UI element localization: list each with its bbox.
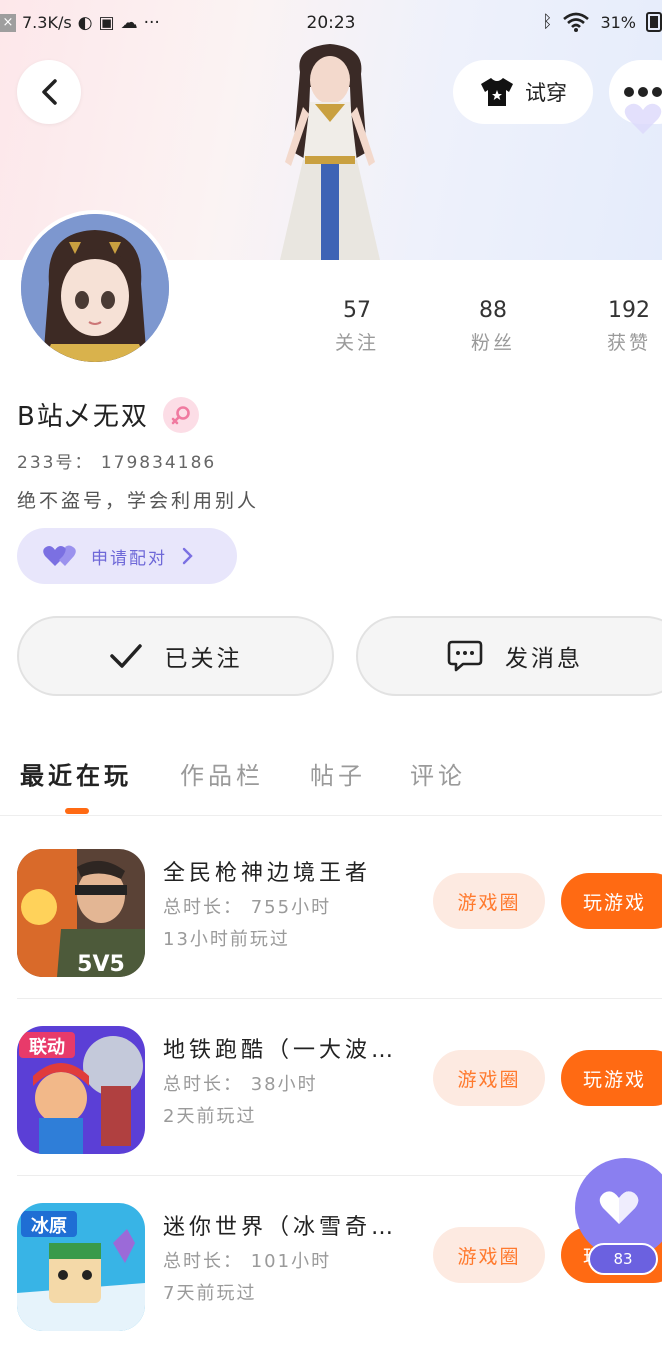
send-message-button[interactable]: 发消息 (356, 616, 662, 696)
game-total-time: 总时长： 38小时 (163, 1074, 318, 1095)
game-icon-image: 5V5 (17, 849, 145, 977)
female-gender-badge (162, 396, 199, 433)
game-icon-image: 冰原 (17, 1203, 145, 1331)
game-total-time: 总时长： 101小时 (163, 1251, 332, 1272)
female-icon (171, 405, 190, 424)
tab-works[interactable]: 作品栏 (180, 756, 264, 791)
game-last-played: 2天前玩过 (163, 1106, 257, 1127)
checkmark-icon (109, 644, 142, 668)
tab-recent-playing[interactable]: 最近在玩 (20, 756, 132, 791)
game-icon[interactable]: 联动 (17, 1026, 145, 1154)
stat-value: 57 (343, 298, 371, 323)
username-row: B站乄无双 (17, 396, 199, 433)
floating-heart-icon (624, 103, 662, 134)
battery-level: 31% (600, 12, 636, 32)
profile-tabs: 最近在玩 作品栏 帖子 评论 (0, 750, 662, 816)
game-icon-text: 5V5 (77, 952, 125, 977)
wifi-icon (563, 12, 590, 32)
avatar[interactable] (17, 210, 173, 366)
apply-pair-label: 申请配对 (91, 548, 167, 569)
game-icon-text: 联动 (29, 1037, 65, 1058)
stat-value: 192 (608, 298, 650, 323)
game-list-item[interactable]: 冰原 迷你世界（冰雪奇… 总时长： 101小时 7天前玩过 游戏圈 玩游戏 (0, 1177, 662, 1353)
game-icon[interactable]: 冰原 (17, 1203, 145, 1331)
play-game-button[interactable]: 玩游戏 (561, 873, 662, 929)
stat-label: 关注 (334, 332, 379, 354)
game-icon-text: 冰原 (31, 1215, 67, 1237)
battery-icon (646, 12, 662, 32)
heart-icon (599, 1191, 639, 1224)
try-on-label: 试穿 (525, 81, 567, 105)
stat-label: 获赞 (606, 332, 651, 354)
back-button[interactable] (17, 60, 81, 124)
game-title: 地铁跑酷（一大波… (163, 1038, 398, 1063)
user-id: 233号： 179834186 (17, 453, 217, 473)
game-list-item[interactable]: 联动 地铁跑酷（一大波… 总时长： 38小时 2天前玩过 游戏圈 玩游戏 (0, 1000, 662, 1176)
like-count-badge: 83 (588, 1243, 658, 1275)
game-title: 全民枪神边境王者 (163, 861, 372, 886)
username: B站乄无双 (17, 402, 149, 432)
stat-fans[interactable]: 88 粉丝 (443, 296, 543, 360)
chat-bubble-icon (447, 640, 483, 672)
status-right: ᛒ 31% (542, 12, 662, 32)
game-last-played: 13小时前玩过 (163, 929, 290, 950)
status-bar: × 7.3K/s ◐ ▣ ☁ ··· 20:23 ᛒ 31% (0, 0, 662, 50)
active-tab-indicator (65, 808, 89, 814)
game-last-played: 7天前玩过 (163, 1283, 257, 1304)
game-circle-button[interactable]: 游戏圈 (433, 1227, 545, 1283)
send-message-label: 发消息 (505, 646, 583, 672)
more-dots-icon (624, 87, 662, 97)
user-bio: 绝不盗号，学会利用别人 (17, 490, 260, 512)
game-icon-image: 联动 (17, 1026, 145, 1154)
chevron-left-icon (42, 79, 57, 105)
try-on-button[interactable]: 试穿 (453, 60, 593, 124)
stat-value: 88 (479, 298, 507, 323)
tshirt-icon (481, 78, 513, 106)
game-circle-button[interactable]: 游戏圈 (433, 1050, 545, 1106)
followed-label: 已关注 (164, 646, 243, 672)
play-game-button[interactable]: 玩游戏 (561, 1050, 662, 1106)
tab-posts[interactable]: 帖子 (310, 756, 366, 791)
character-model-image (280, 44, 380, 260)
game-list-item[interactable]: 5V5 全民枪神边境王者 总时长： 755小时 13小时前玩过 游戏圈 玩游戏 (0, 823, 662, 999)
avatar-image (21, 214, 169, 362)
tab-comments[interactable]: 评论 (410, 756, 466, 791)
game-total-time: 总时长： 755小时 (163, 897, 332, 918)
stat-label: 粉丝 (470, 332, 515, 354)
row-divider (17, 1175, 662, 1176)
game-circle-button[interactable]: 游戏圈 (433, 873, 545, 929)
chevron-right-icon (182, 547, 193, 565)
apply-pair-button[interactable]: 申请配对 (17, 528, 237, 584)
followed-button[interactable]: 已关注 (17, 616, 334, 696)
double-heart-icon (43, 545, 76, 566)
stat-likes[interactable]: 192 获赞 (579, 296, 662, 360)
stat-following[interactable]: 57 关注 (307, 296, 407, 360)
game-title: 迷你世界（冰雪奇… (163, 1215, 398, 1240)
bluetooth-icon: ᛒ (542, 12, 553, 32)
row-divider (17, 998, 662, 999)
game-icon[interactable]: 5V5 (17, 849, 145, 977)
